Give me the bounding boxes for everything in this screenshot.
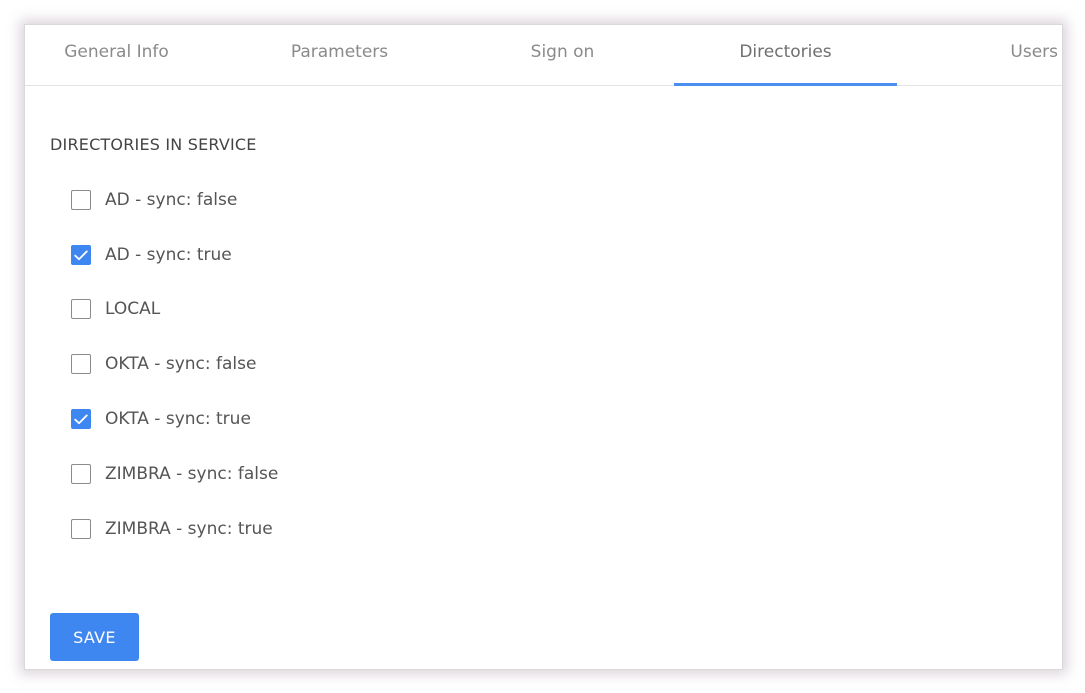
checkbox-label: AD - sync: false <box>105 190 238 210</box>
directory-option-zimbra-sync-true[interactable]: ZIMBRA - sync: true <box>71 516 273 542</box>
checkbox[interactable] <box>71 354 91 374</box>
directory-option-local[interactable]: LOCAL <box>71 296 160 322</box>
directory-option-okta-sync-false[interactable]: OKTA - sync: false <box>71 351 256 377</box>
checkbox[interactable] <box>71 190 91 210</box>
tab-parameters[interactable]: Parameters <box>228 25 451 86</box>
tab-general-info[interactable]: General Info <box>5 25 228 86</box>
tab-users[interactable]: Users <box>835 25 1058 86</box>
checkbox[interactable] <box>71 245 91 265</box>
tab-bar: General Info Parameters Sign on Director… <box>25 25 1062 86</box>
directory-option-ad-sync-true[interactable]: AD - sync: true <box>71 242 232 268</box>
checkbox[interactable] <box>71 464 91 484</box>
checkbox-label: ZIMBRA - sync: false <box>105 464 279 484</box>
section-title: DIRECTORIES IN SERVICE <box>50 135 257 154</box>
checkbox-label: OKTA - sync: false <box>105 354 257 374</box>
checkmark-icon <box>74 414 88 424</box>
service-panel: General Info Parameters Sign on Director… <box>24 24 1063 670</box>
save-button[interactable]: SAVE <box>50 613 139 661</box>
checkbox-label: AD - sync: true <box>105 245 232 265</box>
checkbox[interactable] <box>71 519 91 539</box>
checkbox-label: OKTA - sync: true <box>105 409 251 429</box>
checkbox-label: LOCAL <box>105 299 161 319</box>
directory-option-okta-sync-true[interactable]: OKTA - sync: true <box>71 406 251 432</box>
directory-option-ad-sync-false[interactable]: AD - sync: false <box>71 187 237 213</box>
checkbox-label: ZIMBRA - sync: true <box>105 519 273 539</box>
checkbox[interactable] <box>71 299 91 319</box>
tab-sign-on[interactable]: Sign on <box>451 25 674 86</box>
checkmark-icon <box>74 250 88 260</box>
directory-option-zimbra-sync-false[interactable]: ZIMBRA - sync: false <box>71 461 278 487</box>
checkbox[interactable] <box>71 409 91 429</box>
